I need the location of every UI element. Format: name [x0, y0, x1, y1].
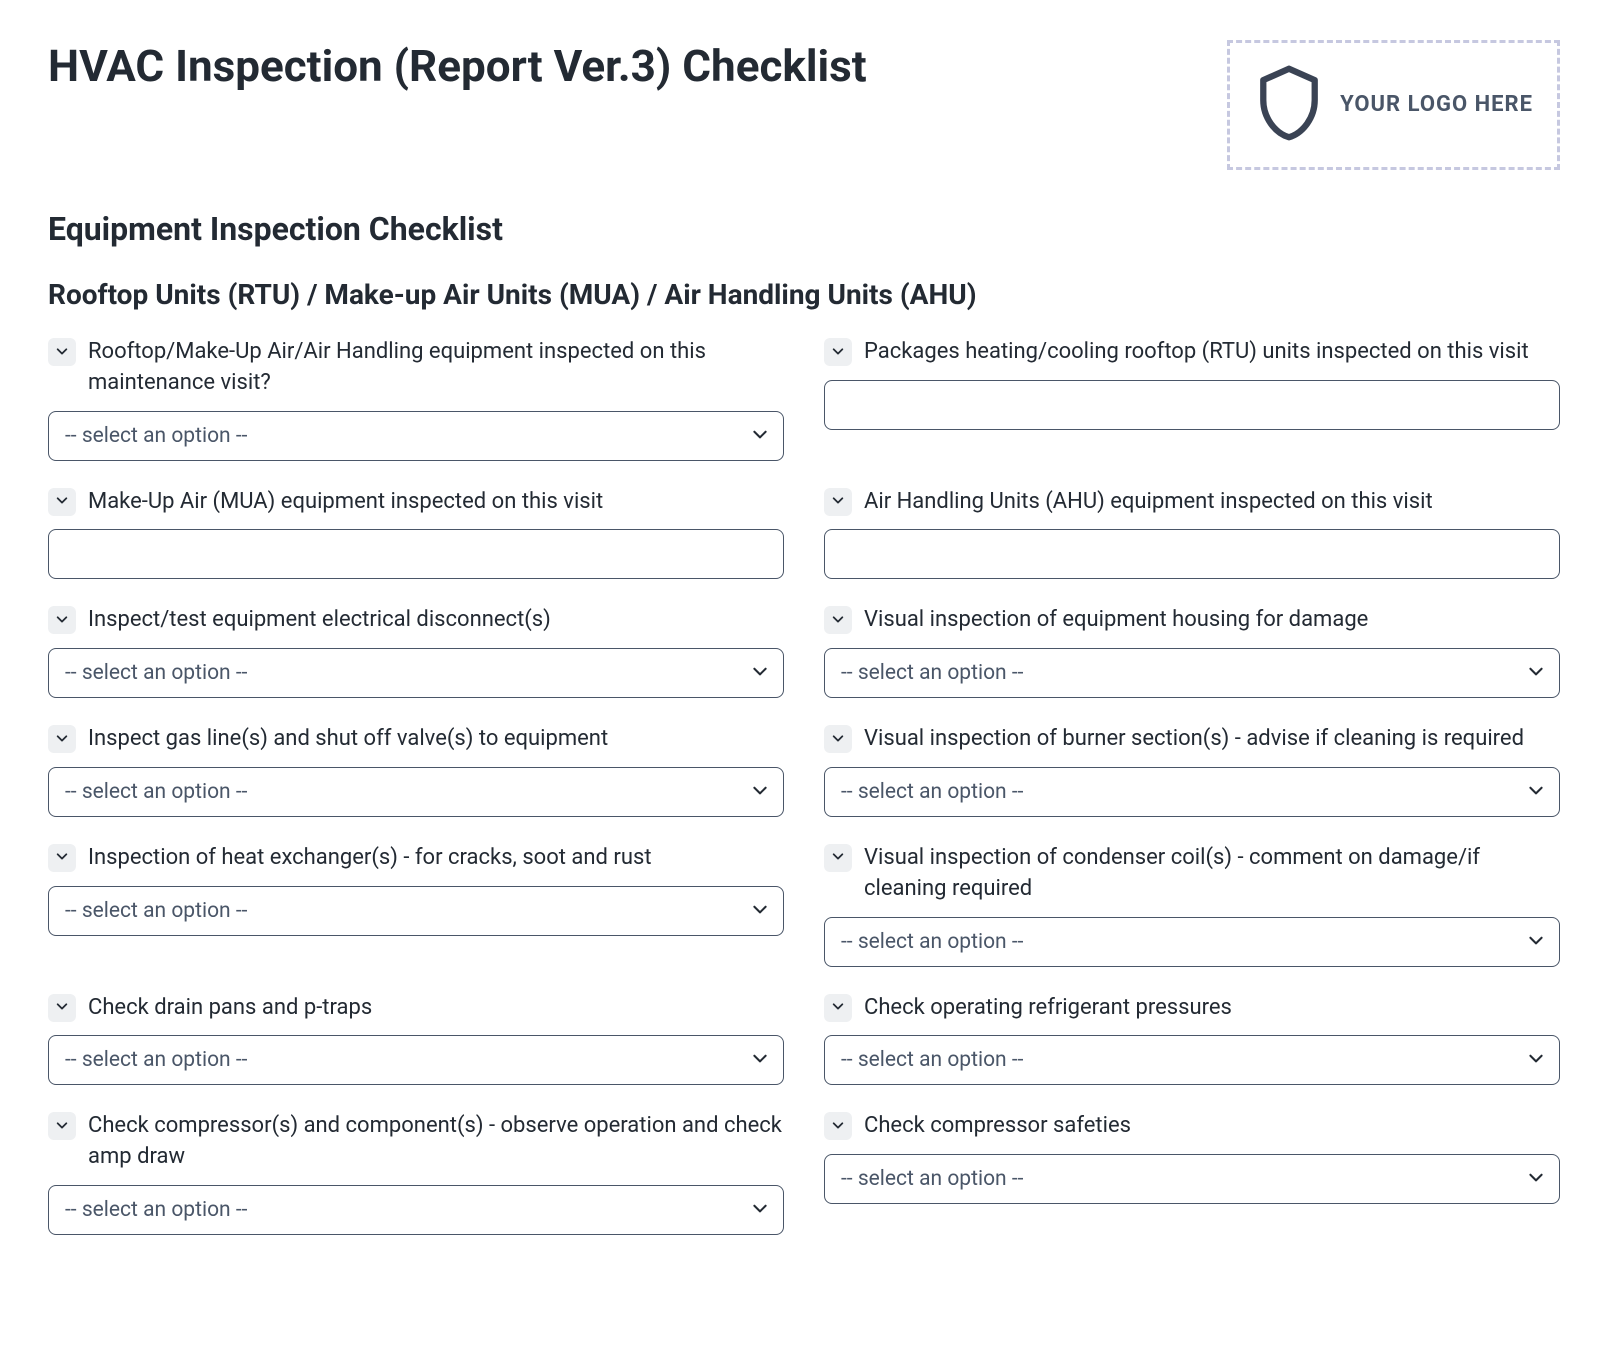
- logo-placeholder-text: YOUR LOGO HERE: [1340, 91, 1533, 120]
- chevron-down-icon: [55, 998, 69, 1017]
- chevron-down-icon: [1527, 931, 1545, 953]
- field-ahu-inspected: Air Handling Units (AHU) equipment inspe…: [824, 487, 1560, 580]
- select-placeholder: -- select an option --: [65, 661, 247, 685]
- chevron-down-icon: [751, 662, 769, 684]
- field-label: Visual inspection of burner section(s) -…: [864, 724, 1524, 755]
- field-electrical-disconnect: Inspect/test equipment electrical discon…: [48, 605, 784, 698]
- field-label: Inspect gas line(s) and shut off valve(s…: [88, 724, 608, 755]
- field-label: Make-Up Air (MUA) equipment inspected on…: [88, 487, 603, 518]
- field-label: Packages heating/cooling rooftop (RTU) u…: [864, 337, 1529, 368]
- collapse-toggle[interactable]: [824, 994, 852, 1022]
- field-compressor-safeties: Check compressor safeties -- select an o…: [824, 1111, 1560, 1235]
- section-title: Equipment Inspection Checklist: [48, 210, 1560, 248]
- select-input[interactable]: -- select an option --: [48, 767, 784, 817]
- collapse-toggle[interactable]: [48, 994, 76, 1022]
- select-input[interactable]: -- select an option --: [48, 411, 784, 461]
- select-input[interactable]: -- select an option --: [824, 767, 1560, 817]
- subsection-title: Rooftop Units (RTU) / Make-up Air Units …: [48, 278, 1560, 311]
- field-mua-inspected: Make-Up Air (MUA) equipment inspected on…: [48, 487, 784, 580]
- chevron-down-icon: [751, 425, 769, 447]
- chevron-down-icon: [55, 343, 69, 362]
- select-input[interactable]: -- select an option --: [48, 1035, 784, 1085]
- chevron-down-icon: [55, 492, 69, 511]
- field-refrigerant-pressures: Check operating refrigerant pressures --…: [824, 993, 1560, 1086]
- select-input[interactable]: -- select an option --: [48, 648, 784, 698]
- collapse-toggle[interactable]: [824, 1112, 852, 1140]
- chevron-down-icon: [831, 343, 845, 362]
- select-placeholder: -- select an option --: [65, 780, 247, 804]
- select-input[interactable]: -- select an option --: [824, 1035, 1560, 1085]
- field-label: Check operating refrigerant pressures: [864, 993, 1232, 1024]
- chevron-down-icon: [1527, 1049, 1545, 1071]
- field-label: Visual inspection of equipment housing f…: [864, 605, 1368, 636]
- field-label: Check compressor safeties: [864, 1111, 1131, 1142]
- shield-icon: [1254, 63, 1324, 147]
- collapse-toggle[interactable]: [48, 606, 76, 634]
- field-label: Air Handling Units (AHU) equipment inspe…: [864, 487, 1433, 518]
- collapse-toggle[interactable]: [824, 725, 852, 753]
- select-input[interactable]: -- select an option --: [48, 1185, 784, 1235]
- collapse-toggle[interactable]: [824, 488, 852, 516]
- select-placeholder: -- select an option --: [841, 661, 1023, 685]
- field-label: Check drain pans and p-traps: [88, 993, 372, 1024]
- page-title: HVAC Inspection (Report Ver.3) Checklist: [48, 40, 867, 93]
- chevron-down-icon: [751, 1049, 769, 1071]
- chevron-down-icon: [55, 1117, 69, 1136]
- select-placeholder: -- select an option --: [65, 899, 247, 923]
- field-housing-damage: Visual inspection of equipment housing f…: [824, 605, 1560, 698]
- chevron-down-icon: [831, 848, 845, 867]
- field-compressor-components: Check compressor(s) and component(s) - o…: [48, 1111, 784, 1235]
- chevron-down-icon: [831, 730, 845, 749]
- field-label: Inspection of heat exchanger(s) - for cr…: [88, 843, 652, 874]
- field-burner-section: Visual inspection of burner section(s) -…: [824, 724, 1560, 817]
- chevron-down-icon: [751, 900, 769, 922]
- text-input[interactable]: [48, 529, 784, 579]
- select-placeholder: -- select an option --: [65, 1198, 247, 1222]
- collapse-toggle[interactable]: [824, 606, 852, 634]
- collapse-toggle[interactable]: [48, 725, 76, 753]
- chevron-down-icon: [1527, 1168, 1545, 1190]
- collapse-toggle[interactable]: [824, 844, 852, 872]
- logo-placeholder[interactable]: YOUR LOGO HERE: [1227, 40, 1560, 170]
- field-condenser-coil: Visual inspection of condenser coil(s) -…: [824, 843, 1560, 967]
- collapse-toggle[interactable]: [824, 338, 852, 366]
- form-grid: Rooftop/Make-Up Air/Air Handling equipme…: [48, 337, 1560, 1235]
- field-heat-exchanger: Inspection of heat exchanger(s) - for cr…: [48, 843, 784, 967]
- chevron-down-icon: [831, 611, 845, 630]
- chevron-down-icon: [1527, 662, 1545, 684]
- field-rooftop-inspected: Rooftop/Make-Up Air/Air Handling equipme…: [48, 337, 784, 461]
- select-placeholder: -- select an option --: [65, 1048, 247, 1072]
- field-label: Inspect/test equipment electrical discon…: [88, 605, 551, 636]
- text-input[interactable]: [824, 529, 1560, 579]
- field-label: Rooftop/Make-Up Air/Air Handling equipme…: [88, 337, 784, 399]
- collapse-toggle[interactable]: [48, 844, 76, 872]
- chevron-down-icon: [751, 781, 769, 803]
- chevron-down-icon: [831, 1117, 845, 1136]
- chevron-down-icon: [55, 848, 69, 867]
- field-rtu-packages: Packages heating/cooling rooftop (RTU) u…: [824, 337, 1560, 461]
- select-input[interactable]: -- select an option --: [824, 1154, 1560, 1204]
- chevron-down-icon: [1527, 781, 1545, 803]
- field-gas-lines: Inspect gas line(s) and shut off valve(s…: [48, 724, 784, 817]
- chevron-down-icon: [831, 492, 845, 511]
- select-placeholder: -- select an option --: [841, 780, 1023, 804]
- select-placeholder: -- select an option --: [65, 424, 247, 448]
- text-input[interactable]: [824, 380, 1560, 430]
- chevron-down-icon: [55, 611, 69, 630]
- select-placeholder: -- select an option --: [841, 1167, 1023, 1191]
- select-placeholder: -- select an option --: [841, 930, 1023, 954]
- chevron-down-icon: [55, 730, 69, 749]
- field-label: Visual inspection of condenser coil(s) -…: [864, 843, 1560, 905]
- chevron-down-icon: [831, 998, 845, 1017]
- collapse-toggle[interactable]: [48, 488, 76, 516]
- select-input[interactable]: -- select an option --: [824, 917, 1560, 967]
- select-input[interactable]: -- select an option --: [48, 886, 784, 936]
- collapse-toggle[interactable]: [48, 338, 76, 366]
- field-drain-pans: Check drain pans and p-traps -- select a…: [48, 993, 784, 1086]
- select-input[interactable]: -- select an option --: [824, 648, 1560, 698]
- collapse-toggle[interactable]: [48, 1112, 76, 1140]
- chevron-down-icon: [751, 1199, 769, 1221]
- field-label: Check compressor(s) and component(s) - o…: [88, 1111, 784, 1173]
- select-placeholder: -- select an option --: [841, 1048, 1023, 1072]
